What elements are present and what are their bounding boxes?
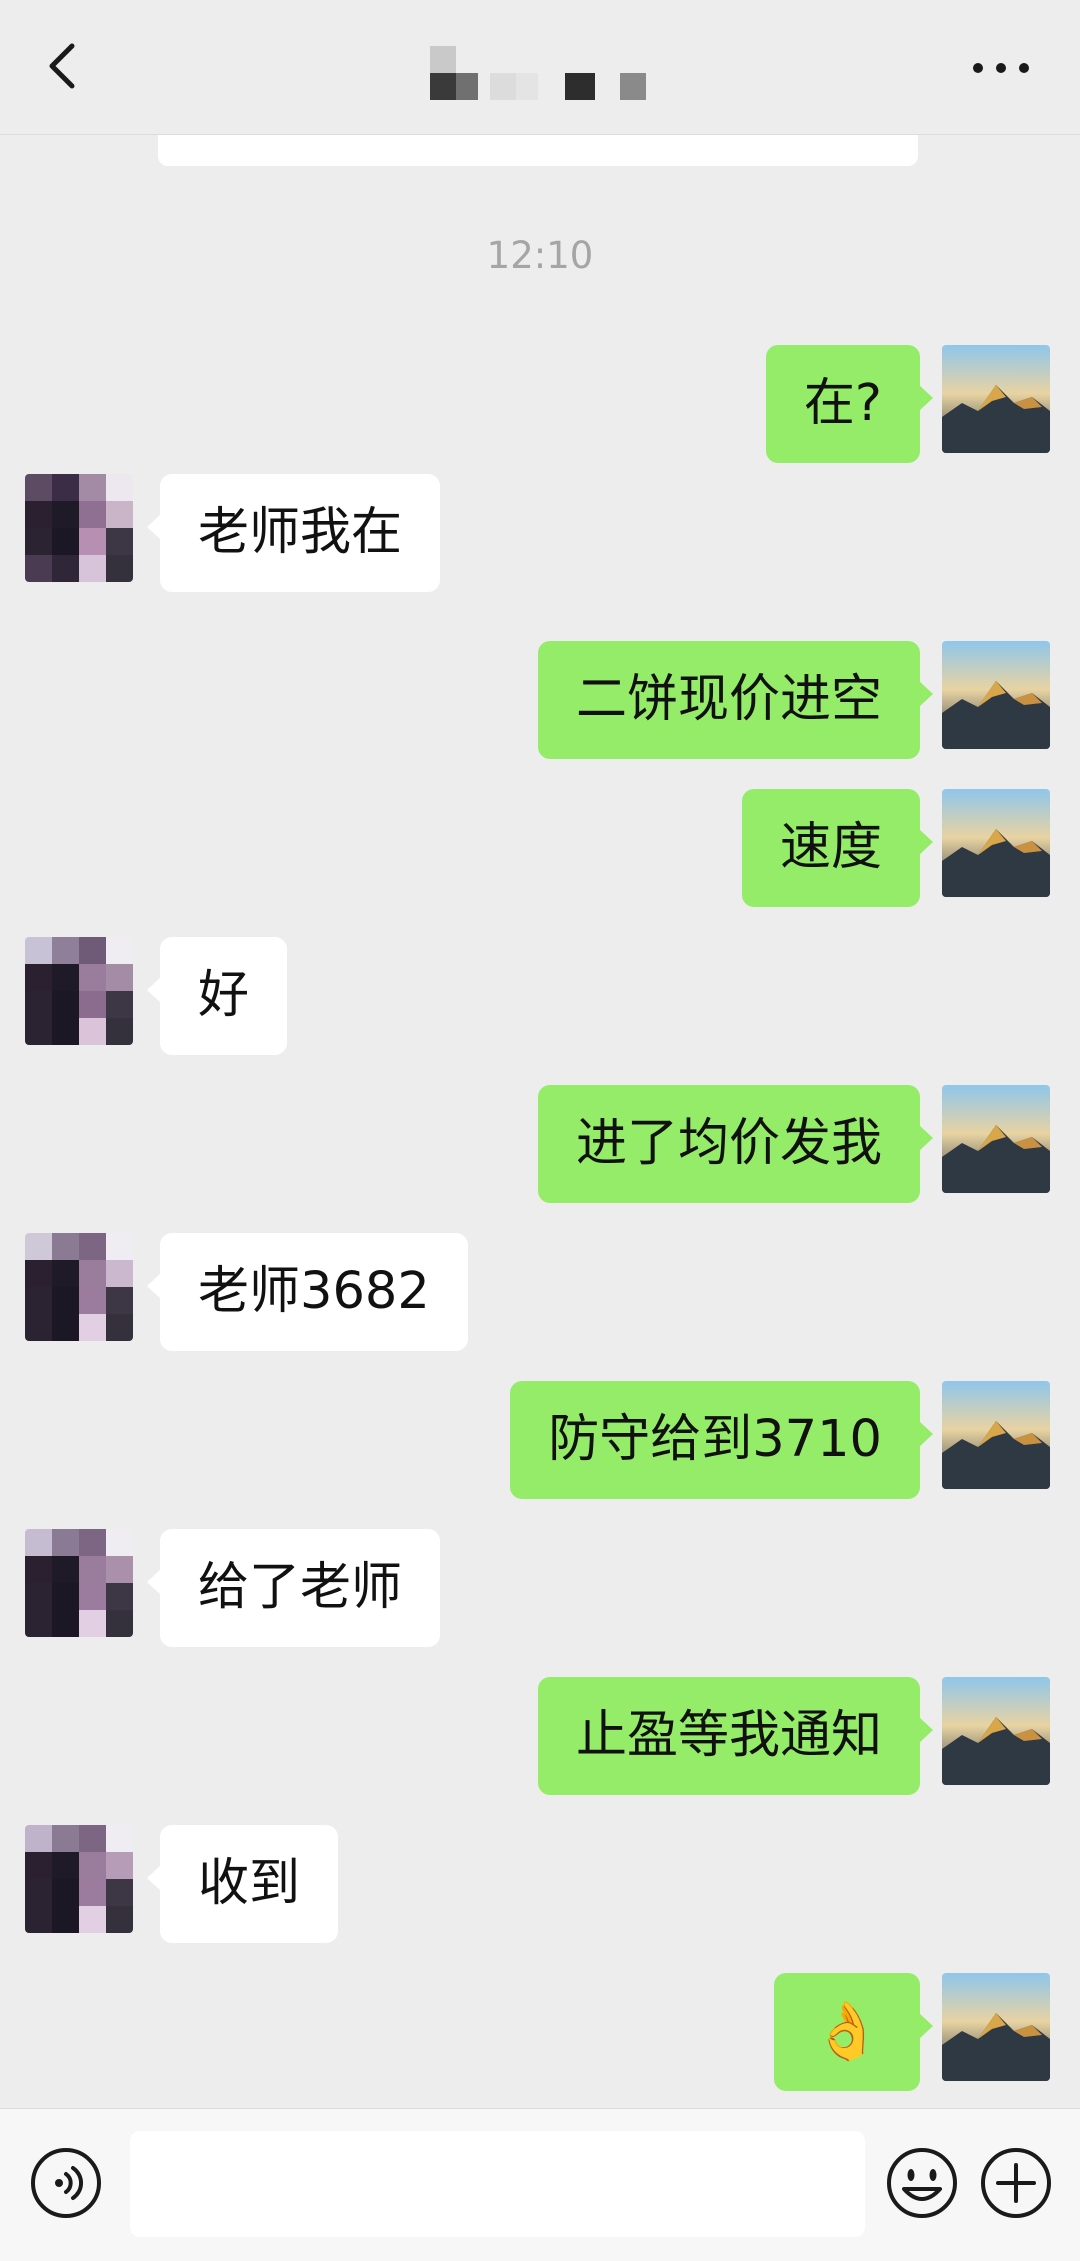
contact-message-bubble[interactable]: 给了老师 (146, 1529, 441, 1647)
contact-message-bubble[interactable]: 老师我在 (146, 474, 441, 592)
more-button[interactable] (966, 36, 1036, 96)
contact-avatar[interactable] (25, 1825, 133, 1933)
my-avatar[interactable] (942, 1677, 1050, 1785)
message-row: 👌 (0, 1973, 1080, 2091)
my-avatar[interactable] (942, 345, 1050, 453)
my-avatar[interactable] (942, 1381, 1050, 1489)
more-dots-icon (973, 63, 1029, 73)
message-row: 在? (0, 345, 1080, 463)
voice-button[interactable] (28, 2145, 104, 2221)
my-avatar[interactable] (942, 1973, 1050, 2081)
message-row: 老师3682 (0, 1233, 1080, 1351)
back-button[interactable] (34, 36, 94, 96)
contact-avatar[interactable] (25, 1233, 133, 1341)
message-row: 速度 (0, 789, 1080, 907)
my-message-bubble[interactable]: 在? (765, 345, 934, 463)
message-row: 二饼现价进空 (0, 641, 1080, 759)
my-avatar[interactable] (942, 641, 1050, 749)
voice-icon (31, 2148, 101, 2218)
chat-title-pixelated (430, 46, 650, 100)
message-list[interactable]: 12:10 在? 老师我在 二饼现价进空 速度 好 进了均价发我 老师3682 … (0, 134, 1080, 2108)
my-avatar[interactable] (942, 1085, 1050, 1193)
message-timestamp: 12:10 (486, 234, 594, 277)
message-row: 止盈等我通知 (0, 1677, 1080, 1795)
contact-avatar[interactable] (25, 474, 133, 582)
my-message-bubble[interactable]: 进了均价发我 (537, 1085, 934, 1203)
message-row: 收到 (0, 1825, 1080, 1943)
contact-avatar[interactable] (25, 937, 133, 1045)
contact-message-bubble[interactable]: 好 (146, 937, 288, 1055)
message-row: 防守给到3710 (0, 1381, 1080, 1499)
message-row: 进了均价发我 (0, 1085, 1080, 1203)
emoji-icon (887, 2148, 957, 2218)
more-functions-button[interactable] (978, 2145, 1054, 2221)
my-message-bubble[interactable]: 速度 (741, 789, 934, 907)
back-arrow-icon (49, 43, 75, 89)
message-input[interactable] (130, 2131, 865, 2237)
message-row: 老师我在 (0, 474, 1080, 592)
my-message-bubble[interactable]: 👌 (774, 1973, 933, 2091)
contact-message-bubble[interactable]: 收到 (146, 1825, 339, 1943)
input-bar (0, 2108, 1080, 2261)
my-avatar[interactable] (942, 789, 1050, 897)
top-bar (0, 0, 1080, 135)
message-row: 给了老师 (0, 1529, 1080, 1647)
contact-message-bubble[interactable]: 老师3682 (147, 1233, 468, 1351)
my-message-bubble[interactable]: 二饼现价进空 (537, 641, 934, 759)
previous-message-bubble (158, 134, 918, 166)
contact-avatar[interactable] (25, 1529, 133, 1637)
my-message-bubble[interactable]: 防守给到3710 (510, 1381, 933, 1499)
plus-icon (981, 2148, 1051, 2218)
my-message-bubble[interactable]: 止盈等我通知 (537, 1677, 934, 1795)
emoji-button[interactable] (884, 2145, 960, 2221)
message-row: 好 (0, 937, 1080, 1055)
